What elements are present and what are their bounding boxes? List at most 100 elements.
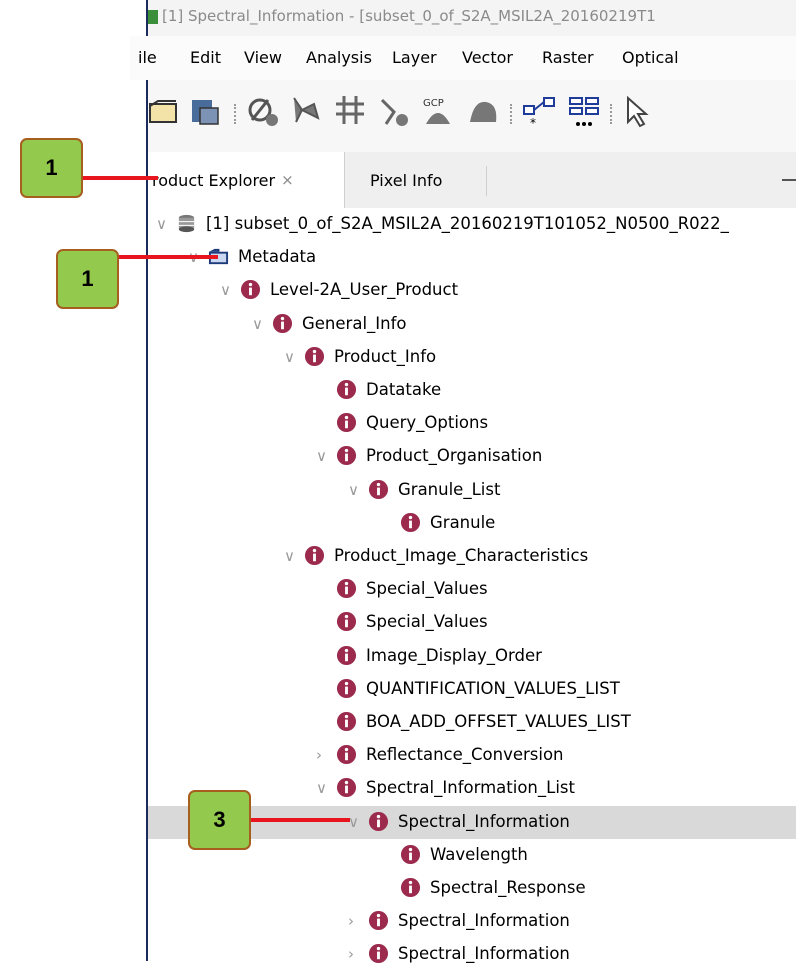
menu-analysis[interactable]: Analysis: [306, 48, 372, 67]
save-product-icon[interactable]: [188, 94, 224, 130]
tree-node[interactable]: › Spectral_Information: [148, 938, 796, 971]
open-product-icon[interactable]: [148, 94, 184, 130]
svg-text:*: *: [530, 116, 536, 130]
chevron-down-icon[interactable]: ∨: [316, 779, 327, 797]
tree-node[interactable]: Datatake: [148, 374, 796, 407]
graticule-icon[interactable]: [332, 94, 368, 130]
tab-product-explorer[interactable]: roduct Explorer ×: [148, 152, 345, 208]
title-bar: [1] Spectral_Information - [subset_0_of_…: [148, 0, 796, 36]
tree-node[interactable]: ∨ Level-2A_User_Product: [148, 274, 796, 307]
chevron-down-icon[interactable]: ∨: [348, 481, 359, 499]
chevron-down-icon[interactable]: ∨: [220, 281, 231, 299]
tree-node[interactable]: › Reflectance_Conversion: [148, 739, 796, 772]
menu-layer[interactable]: Layer: [392, 48, 437, 67]
tree-node-label: Product_Organisation: [366, 446, 543, 465]
callout-1: 1: [56, 249, 119, 309]
chevron-down-icon[interactable]: ∨: [252, 315, 263, 333]
info-icon: [400, 877, 421, 898]
chevron-down-icon[interactable]: ∨: [156, 215, 167, 233]
overlay-icon[interactable]: [466, 94, 502, 130]
tree-node[interactable]: Image_Display_Order: [148, 640, 796, 673]
toolbar: GCP *: [148, 80, 796, 152]
info-icon: [400, 844, 421, 865]
info-icon: [336, 678, 357, 699]
menu-edit[interactable]: Edit: [190, 48, 221, 67]
graph-builder-icon[interactable]: *: [522, 94, 558, 130]
tree-node-label: Reflectance_Conversion: [366, 745, 564, 764]
tree-node-label: Wavelength: [430, 845, 528, 864]
info-icon: [272, 313, 293, 334]
tab-divider: [486, 166, 487, 196]
tree-node-label: Spectral_Response: [430, 878, 586, 897]
range-finder-icon[interactable]: [376, 94, 412, 130]
info-icon: [304, 346, 325, 367]
menu-file[interactable]: ile: [138, 48, 157, 67]
tree-node[interactable]: Special_Values: [148, 606, 796, 639]
tree-node[interactable]: › Spectral_Information: [148, 905, 796, 938]
chevron-right-icon[interactable]: ›: [316, 746, 322, 764]
tree-node[interactable]: Query_Options: [148, 407, 796, 440]
tree-node[interactable]: Granule: [148, 507, 796, 540]
tree-node-label: Image_Display_Order: [366, 646, 542, 665]
menu-view[interactable]: View: [244, 48, 282, 67]
tree-node-label: BOA_ADD_OFFSET_VALUES_LIST: [366, 712, 631, 731]
tree-node[interactable]: ∨ Product_Info: [148, 341, 796, 374]
batch-processing-icon[interactable]: [566, 94, 602, 130]
tree-node-label: General_Info: [302, 314, 407, 333]
tree-node-label: Metadata: [238, 247, 317, 266]
mask-icon[interactable]: [246, 94, 282, 130]
gcp-icon[interactable]: GCP: [420, 94, 456, 130]
callout-line: [82, 176, 158, 180]
window-title: [1] Spectral_Information - [subset_0_of_…: [162, 7, 656, 25]
tree-node[interactable]: Spectral_Response: [148, 872, 796, 905]
tree-node-label: Product_Info: [334, 347, 437, 366]
chevron-down-icon[interactable]: ∨: [348, 813, 359, 831]
tree-node-label: Spectral_Information: [398, 812, 570, 831]
menu-raster[interactable]: Raster: [542, 48, 594, 67]
minimize-icon[interactable]: [782, 179, 796, 181]
tree-node-label: QUANTIFICATION_VALUES_LIST: [366, 679, 620, 698]
tree-node-label: Granule: [430, 513, 496, 532]
tree-node[interactable]: Special_Values: [148, 573, 796, 606]
tree-node-label: Spectral_Information: [398, 944, 570, 963]
select-tool-icon[interactable]: [622, 94, 658, 130]
info-icon: [336, 412, 357, 433]
info-icon: [336, 611, 357, 632]
product-icon: [178, 214, 195, 233]
tab-pixel-info[interactable]: Pixel Info: [370, 152, 442, 208]
toolbar-separator: [510, 104, 514, 124]
info-icon: [336, 445, 357, 466]
tree-node-label: Query_Options: [366, 413, 489, 432]
toolbar-separator: [234, 104, 238, 124]
menu-vector[interactable]: Vector: [462, 48, 513, 67]
tool-window-tabs: roduct Explorer × Pixel Info: [148, 152, 796, 209]
menu-optical[interactable]: Optical: [622, 48, 679, 67]
tree-node[interactable]: ∨ Product_Organisation: [148, 440, 796, 473]
chevron-down-icon[interactable]: ∨: [284, 547, 295, 565]
tree-node[interactable]: ∨ General_Info: [148, 308, 796, 341]
toolbar-separator: [610, 104, 614, 124]
tree-node[interactable]: ∨Metadata: [148, 241, 796, 274]
tree-node-label: Datatake: [366, 380, 442, 399]
svg-text:GCP: GCP: [423, 98, 444, 109]
info-icon: [336, 744, 357, 765]
info-icon: [336, 645, 357, 666]
tree-node[interactable]: BOA_ADD_OFFSET_VALUES_LIST: [148, 706, 796, 739]
chevron-down-icon[interactable]: ∨: [316, 447, 327, 465]
tree-node-label: Spectral_Information_List: [366, 778, 575, 797]
tree-node[interactable]: ∨ [1] subset_0_of_S2A_MSIL2A_20160219T101…: [148, 208, 796, 241]
tree-node[interactable]: ∨ Product_Image_Characteristics: [148, 540, 796, 573]
chevron-right-icon[interactable]: ›: [348, 912, 354, 930]
tree-node[interactable]: ∨ Granule_List: [148, 474, 796, 507]
pin-icon[interactable]: [288, 94, 324, 130]
tree-node[interactable]: QUANTIFICATION_VALUES_LIST: [148, 673, 796, 706]
chevron-right-icon[interactable]: ›: [348, 945, 354, 963]
info-icon: [240, 279, 261, 300]
info-icon: [336, 379, 357, 400]
tree-node-label: Product_Image_Characteristics: [334, 546, 589, 565]
chevron-down-icon[interactable]: ∨: [284, 348, 295, 366]
close-icon[interactable]: ×: [281, 171, 294, 189]
callout-line: [250, 818, 350, 822]
info-icon: [304, 545, 325, 566]
tree-node-label: Granule_List: [398, 480, 501, 499]
